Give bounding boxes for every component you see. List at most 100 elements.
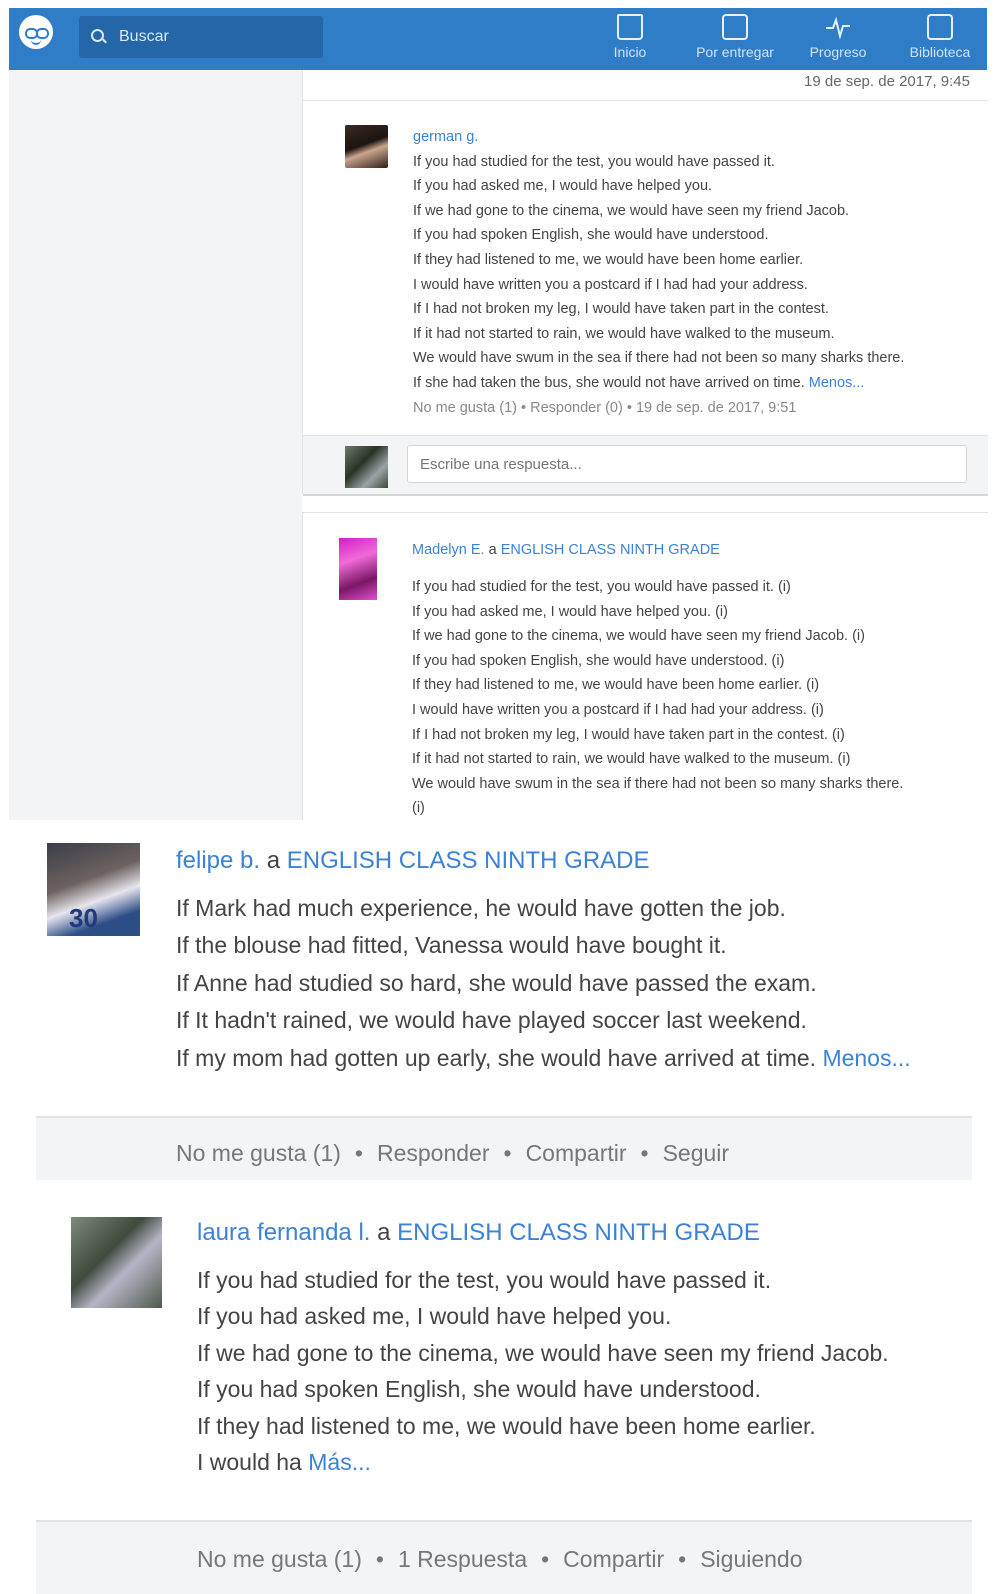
post-card: Madelyn E. a ENGLISH CLASS NINTH GRADE I… xyxy=(302,512,988,820)
nav-home-label: Inicio xyxy=(613,44,647,60)
post-to-label: a xyxy=(377,1219,391,1246)
follow-button[interactable]: Seguir xyxy=(663,1140,729,1166)
post-group-link[interactable]: ENGLISH CLASS NINTH GRADE xyxy=(287,847,650,874)
post-line: If they had listened to me, we would hav… xyxy=(197,1412,816,1439)
reply-line: If they had listened to me, we would hav… xyxy=(413,251,804,268)
reply-last-line: If she had taken the bus, she would not … xyxy=(413,374,805,391)
post-line: If the blouse had fitted, Vanessa would … xyxy=(176,932,727,958)
post-line: If you had spoken English, she would hav… xyxy=(412,652,785,669)
post-line: If you had studied for the test, you wou… xyxy=(197,1266,772,1293)
progress-icon xyxy=(825,14,851,40)
post-last-line: I would ha xyxy=(197,1449,302,1475)
post-group-link[interactable]: ENGLISH CLASS NINTH GRADE xyxy=(501,542,720,558)
post-line: We would have swum in the sea if there h… xyxy=(412,775,904,792)
assignment-icon xyxy=(722,14,748,40)
edmodo-logo-icon[interactable] xyxy=(19,15,53,49)
nav-progress[interactable]: Progreso xyxy=(803,14,873,68)
post-line: If you had spoken English, she would hav… xyxy=(197,1376,761,1402)
avatar[interactable] xyxy=(71,1217,162,1308)
reply-line: If she had taken the bus, she would not … xyxy=(413,371,973,396)
reply-line: We would have swum in the sea if there h… xyxy=(413,350,905,367)
search-box[interactable]: Buscar xyxy=(79,16,323,58)
feed-screenshot-top: Buscar Inicio Por entregar Progreso Bibl… xyxy=(0,0,1002,820)
reply-body: german g. If you had studied for the tes… xyxy=(413,125,973,420)
nav-progress-label: Progreso xyxy=(809,44,867,60)
reply-author-link[interactable]: german g. xyxy=(413,125,973,150)
following-button[interactable]: Siguiendo xyxy=(700,1546,802,1572)
post-line: If you had asked me, I would have helped… xyxy=(197,1303,672,1329)
post-author-link[interactable]: felipe b. xyxy=(176,847,260,874)
show-less-link[interactable]: Menos... xyxy=(822,1045,910,1071)
search-icon xyxy=(91,29,104,42)
post-to-label: a xyxy=(488,542,497,558)
post-line: I would ha Más... xyxy=(197,1444,977,1481)
post-line: If I had not broken my leg, I would have… xyxy=(412,726,845,743)
share-button[interactable]: Compartir xyxy=(526,1140,627,1166)
post-actions: No me gusta (1) • Responder • Compartir • Segu… xyxy=(176,1140,729,1167)
dislike-button[interactable]: No me gusta (1) xyxy=(197,1546,362,1572)
nav-library[interactable]: Biblioteca xyxy=(902,14,978,68)
respond-button[interactable]: Responder (0) xyxy=(530,400,623,416)
respond-button[interactable]: Responder xyxy=(377,1140,490,1166)
reply-input[interactable] xyxy=(407,445,967,483)
avatar[interactable]: 30 xyxy=(47,843,140,936)
post-actions: No me gusta (1) • 1 Respuesta • Compartir • Si… xyxy=(197,1546,803,1573)
post-line: (i) xyxy=(412,800,425,817)
reply-line: If you had studied for the test, you wou… xyxy=(413,153,775,170)
avatar[interactable] xyxy=(345,125,388,168)
home-icon xyxy=(617,14,643,40)
separator-dot: • xyxy=(503,1140,512,1166)
post-line: If my mom had gotten up early, she would… xyxy=(176,1040,976,1078)
reply-composer xyxy=(303,435,988,496)
post-line: If you had studied for the test, you wou… xyxy=(412,579,791,595)
nav-to-submit[interactable]: Por entregar xyxy=(689,14,781,68)
dislike-button[interactable]: No me gusta (1) xyxy=(413,400,517,416)
post-line: If Anne had studied so hard, she would h… xyxy=(176,969,817,996)
post-to-label: a xyxy=(266,847,281,874)
nav-home[interactable]: Inicio xyxy=(603,14,657,68)
post-line: If we had gone to the cinema, we would h… xyxy=(412,628,865,645)
post-line: If Mark had much experience, he would ha… xyxy=(176,894,786,921)
nav-library-label: Biblioteca xyxy=(909,44,971,60)
avatar[interactable] xyxy=(339,538,377,600)
post-line: If they had listened to me, we would hav… xyxy=(412,677,820,694)
show-less-link[interactable]: Menos... xyxy=(809,375,865,391)
nav-to-submit-label: Por entregar xyxy=(696,44,774,60)
post-felipe: felipe b. a ENGLISH CLASS NINTH GRADE If… xyxy=(176,842,976,1077)
post-line: If you had asked me, I would have helped… xyxy=(412,603,728,620)
reply-line: If it had not started to rain, we would … xyxy=(413,325,835,342)
separator-dot: • xyxy=(626,399,636,416)
reply-timestamp: 19 de sep. de 2017, 9:51 xyxy=(635,399,797,416)
post-line: If it had not started to rain, we would … xyxy=(412,751,851,768)
separator-dot: • xyxy=(375,1546,384,1572)
reply-line: If I had not broken my leg, I would have… xyxy=(413,301,829,318)
reply-line: If you had spoken English, she would hav… xyxy=(413,227,769,244)
responses-button[interactable]: 1 Respuesta xyxy=(398,1546,527,1572)
library-icon xyxy=(927,14,953,40)
reply-line: If we had gone to the cinema, we would h… xyxy=(413,202,850,219)
post-line: If It hadn't rained, we would have playe… xyxy=(176,1007,807,1033)
post-actions-bar: No me gusta (1) • Responder • Compartir • Segu… xyxy=(36,1116,972,1180)
previous-reply-timestamp: 19 de sep. de 2017, 9:45 xyxy=(804,73,970,90)
post-author-link[interactable]: laura fernanda l. xyxy=(197,1219,370,1246)
post-actions-bar: No me gusta (1) • 1 Respuesta • Compartir • Si… xyxy=(36,1520,972,1594)
post-laura: laura fernanda l. a ENGLISH CLASS NINTH … xyxy=(197,1215,977,1481)
feed-screenshot-bottom: 30 felipe b. a ENGLISH CLASS NINTH GRADE… xyxy=(0,820,1002,1594)
reply-meta: No me gusta (1) • Responder (0) • 19 de … xyxy=(413,396,973,421)
separator-dot: • xyxy=(640,1140,649,1166)
jersey-number: 30 xyxy=(69,903,98,933)
post-group-link[interactable]: ENGLISH CLASS NINTH GRADE xyxy=(397,1219,760,1246)
post-line: If we had gone to the cinema, we would h… xyxy=(197,1339,889,1366)
post-header: felipe b. a ENGLISH CLASS NINTH GRADE xyxy=(176,842,976,880)
post-last-line: If my mom had gotten up early, she would… xyxy=(176,1044,817,1071)
separator-dot: • xyxy=(678,1546,687,1572)
post-body: Madelyn E. a ENGLISH CLASS NINTH GRADE I… xyxy=(412,538,972,820)
show-more-link[interactable]: Más... xyxy=(308,1449,371,1475)
top-navigation-bar: Buscar Inicio Por entregar Progreso Bibl… xyxy=(9,8,987,70)
share-button[interactable]: Compartir xyxy=(563,1546,664,1572)
post-author-link[interactable]: Madelyn E. xyxy=(412,542,485,558)
post-line: I would have written you a postcard if I… xyxy=(412,701,824,718)
dislike-button[interactable]: No me gusta (1) xyxy=(176,1140,341,1166)
divider xyxy=(303,100,988,101)
search-input[interactable]: Buscar xyxy=(119,28,169,46)
